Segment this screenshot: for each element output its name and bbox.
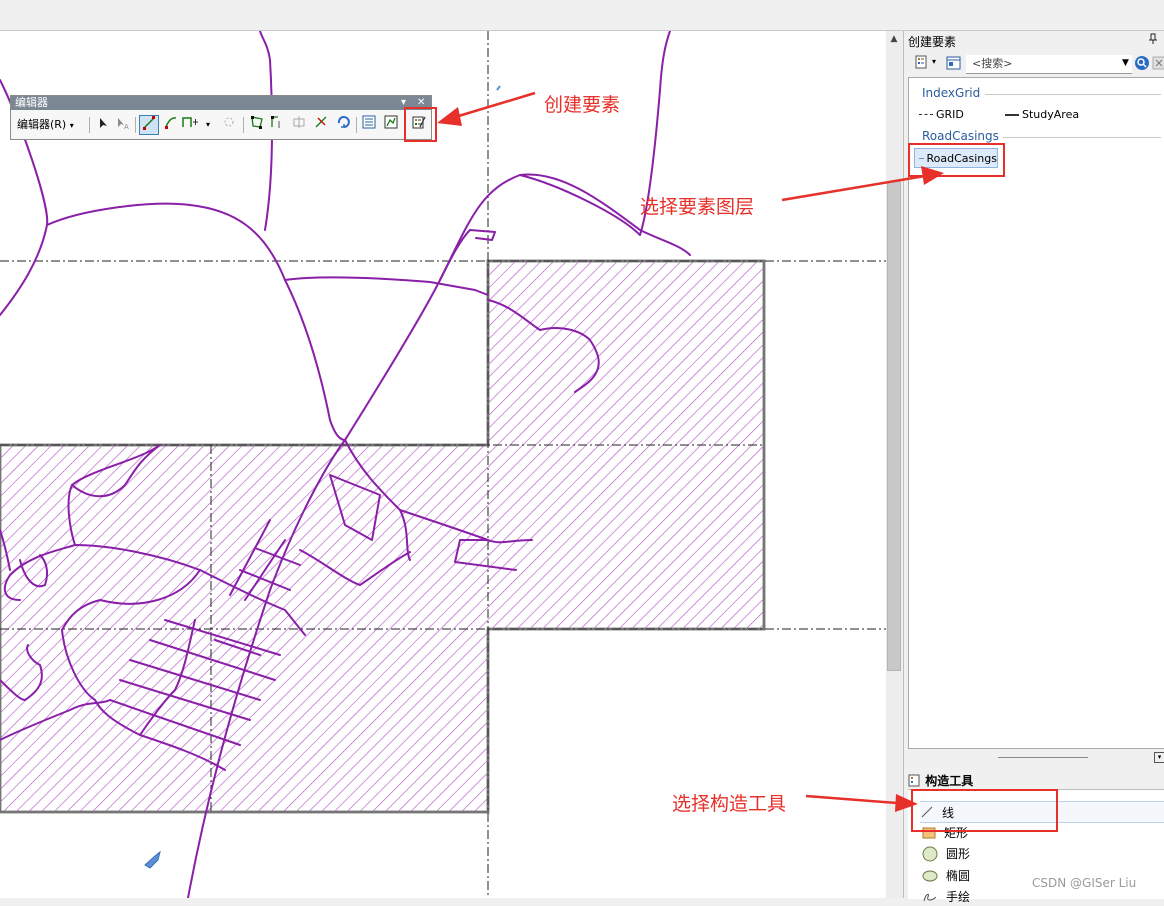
annotation-box-create-features-button [404,107,437,142]
annotation-create-features: 创建要素 [544,94,621,116]
top-toolbar-area [0,0,1164,31]
edit-tool-arrow-icon[interactable] [93,115,113,135]
study-area-polygon [0,259,766,814]
sketch-properties-icon[interactable] [381,115,401,135]
feature-templates-list[interactable]: IndexGrid GRID StudyArea RoadCasings Roa… [908,77,1164,749]
toolbar-separator [135,117,136,133]
clear-search-icon[interactable] [1152,55,1164,74]
scroll-up-arrow-icon[interactable]: ▲ [886,31,902,47]
chevron-down-icon[interactable]: ▾ [932,57,936,66]
construction-tools-icon [908,774,921,790]
trace-tool-icon[interactable] [161,115,181,135]
create-features-title: 创建要素 [908,35,957,49]
dash-line-symbol-icon [919,114,933,115]
annotation-select-tool: 选择构造工具 [672,793,787,815]
map-vertical-scrollbar[interactable]: ▲ [886,31,902,898]
organize-templates-window-icon[interactable] [946,55,962,74]
split-tool-icon[interactable] [311,115,331,135]
chevron-down-icon: ▾ [69,121,74,130]
construction-tool-label: 椭圆 [946,869,971,883]
splitter-grip [998,757,1088,758]
search-templates-input[interactable]: <搜索> [966,55,1132,74]
template-item-grid[interactable]: GRID [919,108,964,121]
toolbar-separator [243,117,244,133]
editor-toolbar-titlebar[interactable]: 编辑器 ▾ ✕ [11,96,431,110]
organize-templates-icon[interactable] [914,55,930,74]
annotation-select-layer: 选择要素图层 [640,196,755,218]
construction-tool-ellipse[interactable]: 椭圆 [922,867,970,884]
water-feature [144,850,161,869]
freehand-icon [922,891,938,903]
rotate-tool-icon[interactable] [333,115,353,135]
search-icon[interactable] [1134,55,1150,74]
search-placeholder: <搜索> [972,57,1013,70]
straight-segment-icon[interactable] [139,115,159,135]
chevron-down-icon[interactable]: ▾ [203,115,213,135]
editor-menu-button[interactable]: 编辑器(R) ▾ [17,114,74,136]
edit-annotation-tool-icon[interactable]: A [113,115,133,135]
snapping-tool-icon[interactable] [219,115,239,135]
map-view[interactable] [0,31,886,898]
toolbar-separator [356,117,357,133]
template-item-studyarea[interactable]: StudyArea [1005,108,1079,121]
collapse-chevron-icon[interactable]: ▾ [1154,752,1164,763]
construction-tool-freehand[interactable]: 手绘 [922,888,970,905]
ellipse-icon [922,870,938,882]
point-vertex-tool-icon[interactable] [181,115,201,135]
attributes-window-icon[interactable] [359,115,379,135]
template-label: GRID [936,108,964,121]
construction-tools-header: 构造工具 [908,772,973,790]
circle-icon [922,846,938,862]
svg-text:A: A [124,123,129,129]
construction-tool-label: 手绘 [946,890,971,904]
construction-tool-label: 圆形 [946,847,971,861]
group-divider [985,94,1161,95]
create-features-toolbar: ▾ <搜索> ▼ [908,53,1164,75]
cut-polygons-icon[interactable] [289,115,309,135]
pin-icon[interactable] [1148,33,1158,48]
template-group-header: RoadCasings [922,129,999,143]
editor-menu-label: 编辑器(R) [17,118,67,131]
group-divider [1003,137,1161,138]
annotation-box-line-tool [911,789,1058,832]
search-dropdown-chevron-icon[interactable]: ▼ [1122,58,1129,68]
toolbar-separator [89,117,90,133]
editor-toolbar-title: 编辑器 [15,96,48,109]
edit-vertices-icon[interactable] [247,115,267,135]
scroll-thumb[interactable] [887,181,901,671]
construction-tools-title: 构造工具 [925,774,974,788]
map-canvas[interactable] [0,31,886,898]
construction-tool-circle[interactable]: 圆形 [922,845,970,862]
reshape-feature-icon[interactable] [267,115,287,135]
template-label: StudyArea [1022,108,1080,121]
watermark: CSDN @GISer Liu [1032,876,1137,890]
solid-line-symbol-icon [1005,113,1019,116]
annotation-box-roadcasings-template [908,143,1005,177]
template-group-header: IndexGrid [922,86,981,100]
editor-toolbar[interactable]: 编辑器 ▾ ✕ 编辑器(R) ▾ A ▾ [10,95,432,140]
panel-splitter[interactable]: ▾ [908,751,1164,765]
